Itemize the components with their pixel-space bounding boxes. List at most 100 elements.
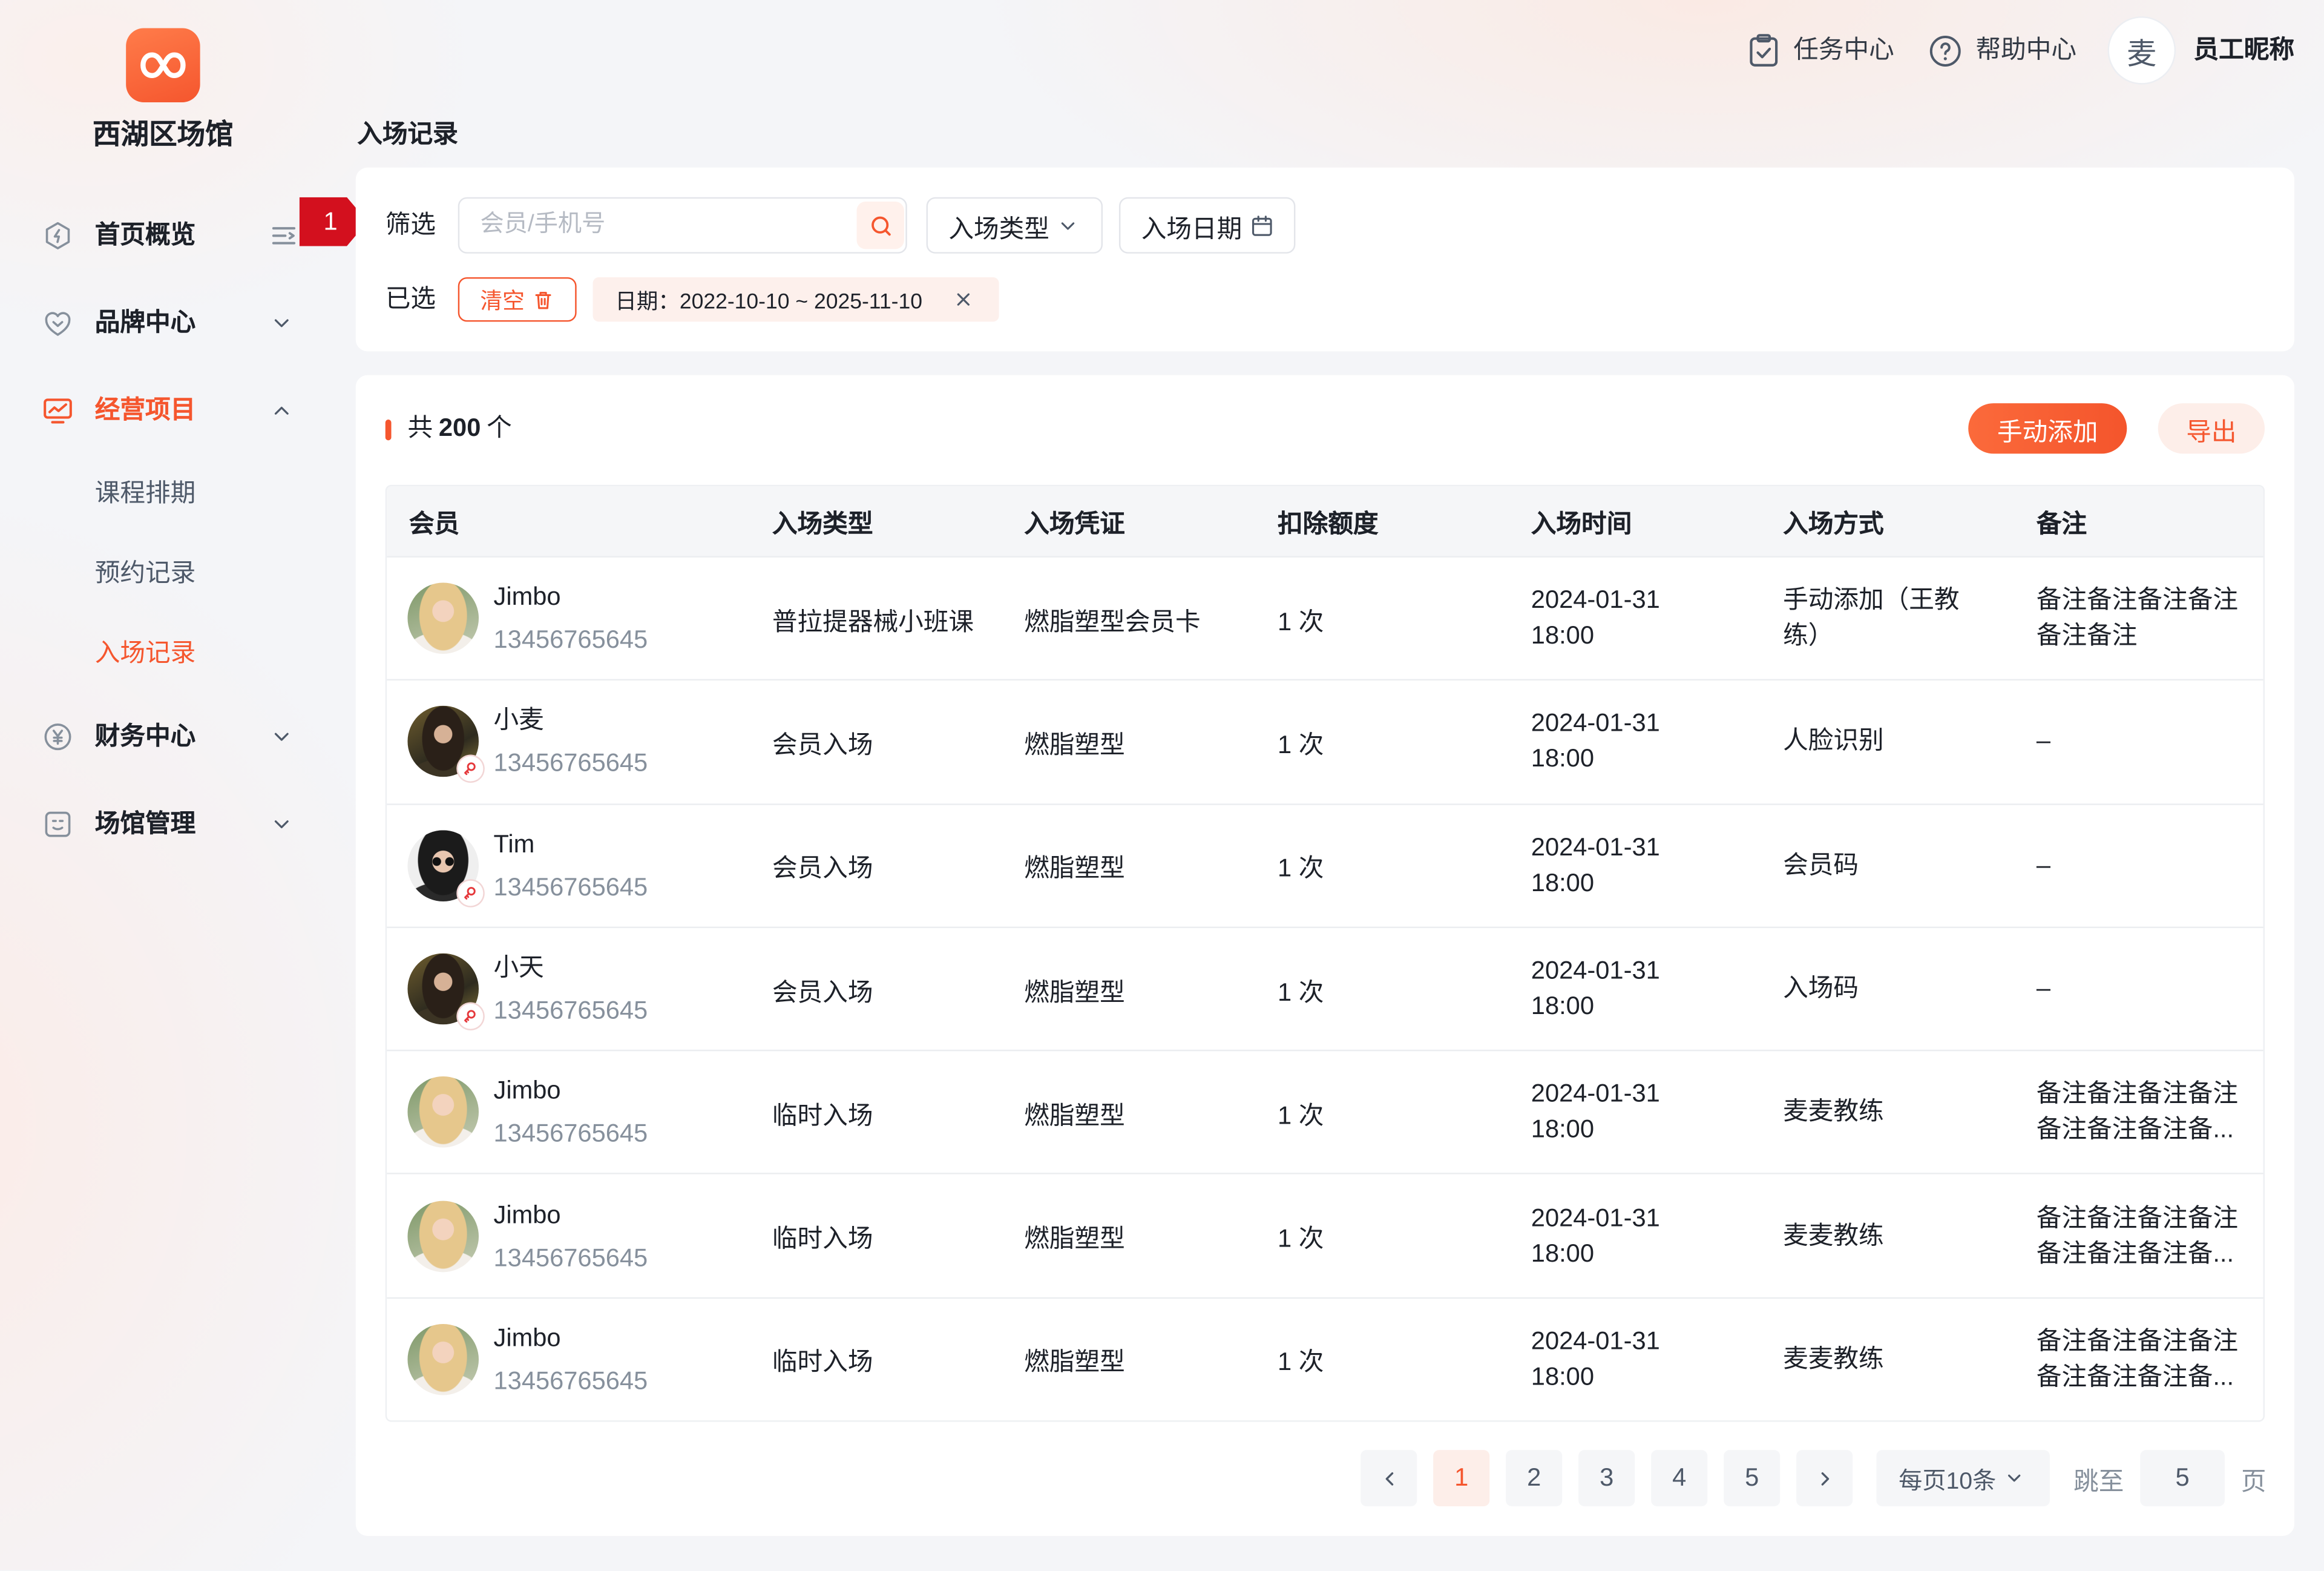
annotation-number: 1 xyxy=(323,207,338,236)
chevron-down-icon xyxy=(270,725,294,749)
venue-icon xyxy=(42,808,74,841)
jump-to-page-input[interactable]: 5 xyxy=(2140,1450,2225,1507)
sidebar-subitem-course-schedule[interactable]: 课程排期 xyxy=(0,464,356,524)
entry-type-cell: 临时入场 xyxy=(772,1225,873,1253)
member-info: Jimbo 13456765645 xyxy=(494,1070,648,1156)
jump-to-label: 跳至 xyxy=(2073,1467,2124,1495)
entry-method-text: 手动添加（王教练） xyxy=(1783,585,1960,650)
menu-fold-icon[interactable] xyxy=(271,224,297,248)
sidebar-subitem-booking-records[interactable]: 预约记录 xyxy=(0,544,356,604)
search-input[interactable]: 会员/手机号 xyxy=(458,197,907,254)
member-name[interactable]: 小天 xyxy=(494,946,648,989)
note-cell: – xyxy=(2037,971,2263,1007)
pagination: 1 2 3 4 5 每页10条 跳至 5 页 xyxy=(1361,1450,2266,1507)
avatar[interactable] xyxy=(407,829,484,906)
avatar[interactable] xyxy=(407,1076,479,1148)
sidebar-item-business[interactable]: 经营项目 xyxy=(0,381,356,440)
member-name[interactable]: Jimbo xyxy=(494,1193,648,1236)
table-row: 小天 13456765645 会员入场 燃脂塑型 1 次 2024-01-31 18:00 入… xyxy=(387,926,2263,1050)
sidebar-item-brand[interactable]: 品牌中心 xyxy=(0,294,356,353)
chevron-down-icon xyxy=(270,812,294,836)
user-avatar[interactable]: 麦 xyxy=(2107,16,2176,85)
entry-method-text: 麦麦教练 xyxy=(1783,1098,1884,1126)
note-cell: 备注备注备注备注备注备注备注备... xyxy=(2037,1077,2263,1148)
search-icon[interactable] xyxy=(856,202,904,249)
avatar[interactable] xyxy=(407,1323,479,1395)
avatar[interactable] xyxy=(407,706,484,782)
brand-icon xyxy=(42,307,74,340)
clipboard-check-icon[interactable] xyxy=(1747,33,1780,68)
sidebar-item-label: 首页概览 xyxy=(94,220,196,249)
entry-clock: 18:00 xyxy=(1531,745,1594,773)
entry-time-cell: 2024-01-31 18:00 xyxy=(1531,1077,1783,1148)
page-button-3[interactable]: 3 xyxy=(1578,1450,1635,1507)
avatar[interactable] xyxy=(407,582,479,654)
member-name[interactable]: Jimbo xyxy=(494,1317,648,1360)
page-button-5[interactable]: 5 xyxy=(1724,1450,1781,1507)
entry-date: 2024-01-31 xyxy=(1531,1079,1660,1108)
entry-date: 2024-01-31 xyxy=(1531,709,1660,738)
chevron-up-icon xyxy=(270,399,294,423)
column-header-deduction: 扣除额度 xyxy=(1278,510,1379,538)
member-name[interactable]: Jimbo xyxy=(494,576,648,619)
member-cell: 小麦 13456765645 xyxy=(387,699,772,785)
entry-method-text: 麦麦教练 xyxy=(1783,1345,1884,1373)
member-name[interactable]: Tim xyxy=(494,823,648,866)
page-button-1[interactable]: 1 xyxy=(1433,1450,1490,1507)
close-icon[interactable] xyxy=(953,289,974,310)
deduction-cell: 1 次 xyxy=(1278,1101,1324,1130)
member-info: Jimbo 13456765645 xyxy=(494,1317,648,1403)
calendar-icon xyxy=(1249,212,1275,238)
deduction-cell: 1 次 xyxy=(1278,978,1324,1006)
note-text: 备注备注备注备注备注备注 xyxy=(2036,585,2238,650)
member-cell: Jimbo 13456765645 xyxy=(387,1317,772,1403)
next-page-button[interactable] xyxy=(1796,1450,1853,1507)
column-header-note: 备注 xyxy=(2036,510,2087,538)
entry-type-dropdown[interactable]: 入场类型 xyxy=(926,197,1103,254)
clear-filters-button[interactable]: 清空 xyxy=(458,277,577,322)
chevron-down-icon xyxy=(2004,1467,2024,1488)
task-center-link[interactable]: 任务中心 xyxy=(1793,34,1894,67)
sidebar-item-venue-management[interactable]: 场馆管理 xyxy=(0,795,356,854)
entry-clock: 18:00 xyxy=(1531,621,1594,650)
page-size-select[interactable]: 每页10条 xyxy=(1876,1450,2050,1507)
entry-date-picker[interactable]: 入场日期 xyxy=(1118,197,1296,254)
manual-add-button[interactable]: 手动添加 xyxy=(1968,403,2127,454)
prev-page-button[interactable] xyxy=(1361,1450,1417,1507)
note-text: 备注备注备注备注备注备注备注备... xyxy=(2036,1203,2238,1267)
sidebar-item-finance[interactable]: 财务中心 xyxy=(0,707,356,766)
page-button-4[interactable]: 4 xyxy=(1651,1450,1708,1507)
filter-label: 筛选 xyxy=(385,210,436,239)
credential-cell: 燃脂塑型 xyxy=(1024,731,1125,759)
user-name[interactable]: 员工昵称 xyxy=(2193,34,2294,67)
entry-type-cell: 普拉提器械小班课 xyxy=(772,607,974,636)
page-button-2[interactable]: 2 xyxy=(1506,1450,1563,1507)
entry-method-cell: 人脸识别 xyxy=(1783,724,2037,760)
deduction-cell: 1 次 xyxy=(1278,607,1324,636)
table-row: 小麦 13456765645 会员入场 燃脂塑型 1 次 2024-01-31 18:00 人… xyxy=(387,679,2263,803)
entry-date: 2024-01-31 xyxy=(1531,1326,1660,1355)
sidebar-subitem-entry-records[interactable]: 入场记录 xyxy=(0,624,356,683)
export-button[interactable]: 导出 xyxy=(2158,403,2265,454)
avatar-photo xyxy=(407,1323,479,1395)
entry-date: 2024-01-31 xyxy=(1531,585,1660,614)
note-cell: – xyxy=(2037,724,2263,760)
credential-cell: 燃脂塑型 xyxy=(1024,1225,1125,1253)
app-screen: 西湖区场馆 首页概览 1 品牌中心 经营项目 课程排期 预约记录 入场记录 财务… xyxy=(0,0,2324,1570)
avatar[interactable] xyxy=(407,953,484,1029)
deduction-cell: 1 次 xyxy=(1278,854,1324,883)
entry-time-cell: 2024-01-31 18:00 xyxy=(1531,830,1783,901)
help-icon[interactable] xyxy=(1928,34,1962,68)
sidebar-item-label: 课程排期 xyxy=(94,479,196,507)
avatar[interactable] xyxy=(407,1200,479,1272)
help-center-link[interactable]: 帮助中心 xyxy=(1975,34,2076,67)
table-body: Jimbo 13456765645 普拉提器械小班课 燃脂塑型会员卡 1 次 2024-0… xyxy=(387,556,2263,1420)
member-name[interactable]: 小麦 xyxy=(494,699,648,742)
entry-method-cell: 会员码 xyxy=(1783,848,2037,883)
member-name[interactable]: Jimbo xyxy=(494,1070,648,1113)
entry-time-cell: 2024-01-31 18:00 xyxy=(1531,1324,1783,1395)
business-icon xyxy=(42,394,74,427)
venue-logo-icon[interactable] xyxy=(126,28,200,102)
entry-time-cell: 2024-01-31 18:00 xyxy=(1531,706,1783,778)
table-row: Jimbo 13456765645 普拉提器械小班课 燃脂塑型会员卡 1 次 2024-0… xyxy=(387,556,2263,679)
